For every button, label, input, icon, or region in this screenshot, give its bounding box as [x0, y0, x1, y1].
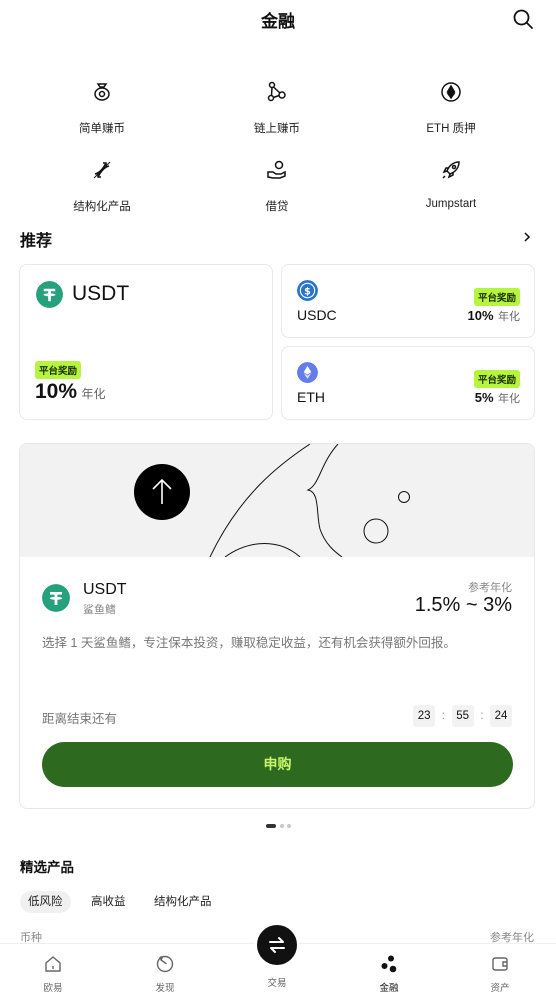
countdown-seconds: 24 — [490, 705, 512, 727]
tab-home[interactable]: 欧易 — [23, 954, 83, 994]
platform-reward-badge: 平台奖励 — [473, 288, 520, 306]
banner-ref-label: 参考年化 — [468, 582, 512, 594]
eth-coin-icon — [441, 82, 461, 102]
chain-nodes-icon — [267, 81, 286, 102]
usdt-coin-icon — [42, 584, 70, 612]
banner-coin-name: USDT — [83, 581, 127, 598]
usdt-coin-icon — [36, 281, 63, 308]
card-coin-name: USDC — [297, 307, 337, 323]
recommend-card-usdt[interactable]: USDT 平台奖励 10% 年化 — [19, 264, 273, 420]
card-rate: 5% 年化 — [474, 390, 520, 405]
countdown-minutes: 55 — [451, 705, 474, 727]
tab-structured[interactable]: 结构化产品 — [154, 891, 212, 913]
page-title: 金融 — [261, 12, 295, 31]
banner-illustration — [20, 444, 534, 558]
tab-discover[interactable]: 发现 — [135, 954, 195, 994]
tab-finance[interactable]: 金融 — [359, 954, 419, 994]
top-header: 金融 — [0, 0, 556, 40]
arrow-up-icon — [134, 464, 190, 520]
home-icon — [45, 956, 61, 972]
tab-assets[interactable]: 资产 — [470, 954, 530, 994]
banner-rate: 1.5% ~ 3% — [414, 594, 512, 616]
tab-high-yield[interactable]: 高收益 — [91, 891, 126, 913]
banner-description: 选择 1 天鲨鱼鳍，专注保本投资，赚取稳定收益，还有机会获得额外回报。 — [42, 636, 456, 650]
platform-reward-badge: 平台奖励 — [473, 370, 520, 388]
card-coin-name: USDT — [72, 282, 130, 305]
rocket-icon — [442, 161, 460, 179]
svg-text:$: $ — [304, 286, 311, 297]
banner-product-name: 鲨鱼鳍 — [83, 604, 116, 616]
countdown-timer: 23 : 55 : 24 — [413, 705, 512, 727]
wallet-icon — [492, 957, 508, 971]
finance-dots-icon — [381, 955, 397, 973]
trade-fab-button[interactable] — [255, 923, 299, 967]
subscribe-button[interactable]: 申购 — [42, 742, 513, 787]
quick-jumpstart[interactable]: Jumpstart — [376, 158, 526, 210]
swap-icon — [269, 937, 285, 953]
quick-onchain-earn[interactable]: 链上赚币 — [202, 80, 352, 136]
eth-coin-icon — [297, 362, 318, 383]
recommend-card-usdc[interactable]: $ USDC 平台奖励 10% 年化 — [281, 264, 535, 338]
quick-structured[interactable]: 结构化产品 — [27, 158, 177, 214]
shark-fin-illustration — [209, 444, 410, 558]
countdown-label: 距离结束还有 — [42, 712, 118, 726]
card-rate: 10% 年化 — [35, 380, 106, 403]
recommend-card-eth[interactable]: ETH 平台奖励 5% 年化 — [281, 346, 535, 420]
search-icon[interactable] — [512, 8, 534, 30]
chevron-right-icon[interactable] — [522, 232, 532, 242]
quick-loan[interactable]: 借贷 — [202, 158, 352, 214]
carousel-dots[interactable] — [266, 824, 296, 828]
quick-eth-staking[interactable]: ETH 质押 — [376, 80, 526, 136]
shark-fin-banner[interactable]: USDT 鲨鱼鳍 参考年化 1.5% ~ 3% 选择 1 天鲨鱼鳍，专注保本投资… — [19, 443, 535, 809]
quick-simple-earn[interactable]: 简单赚币 — [27, 80, 177, 136]
structured-arrows-icon — [93, 161, 111, 179]
featured-title: 精选产品 — [20, 860, 74, 875]
card-coin-name: ETH — [297, 389, 325, 405]
hand-coin-icon — [267, 160, 286, 179]
usdc-coin-icon: $ — [297, 280, 318, 301]
money-bag-icon — [94, 83, 110, 101]
discover-icon — [156, 955, 174, 973]
recommend-title: 推荐 — [20, 233, 53, 250]
tab-low-risk[interactable]: 低风险 — [20, 891, 71, 913]
card-rate: 10% 年化 — [467, 308, 520, 323]
platform-reward-badge: 平台奖励 — [35, 361, 82, 379]
countdown-hours: 23 — [413, 705, 436, 727]
